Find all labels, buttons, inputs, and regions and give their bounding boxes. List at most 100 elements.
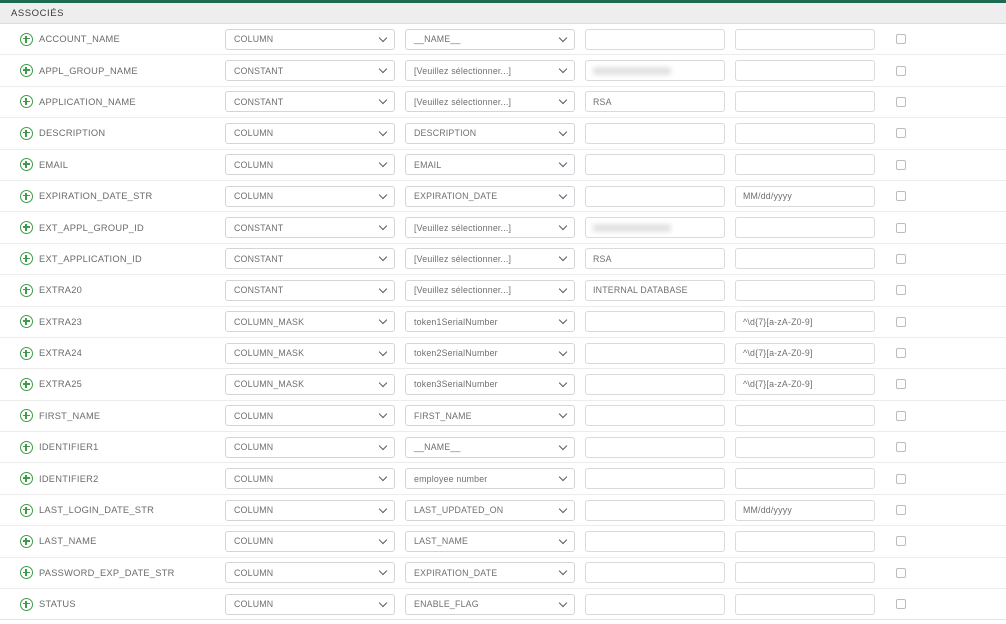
constant-value-input[interactable] (585, 499, 725, 521)
source-field-select[interactable]: token1SerialNumber (405, 311, 575, 333)
constant-value-input[interactable] (585, 28, 725, 50)
mapping-type-select[interactable]: COLUMN (225, 499, 395, 521)
plus-circle-icon[interactable] (20, 346, 33, 360)
constant-value-input[interactable] (585, 311, 725, 333)
row-checkbox[interactable] (896, 316, 906, 327)
constant-value-input[interactable] (585, 60, 725, 82)
row-checkbox[interactable] (896, 505, 906, 516)
format-pattern-input[interactable] (735, 593, 875, 615)
source-field-select[interactable]: employee number (405, 468, 575, 490)
plus-circle-icon[interactable] (20, 566, 33, 580)
source-field-select[interactable]: ENABLE_FLAG (405, 593, 575, 615)
format-pattern-input[interactable] (735, 122, 875, 144)
source-field-select[interactable]: [Veuillez sélectionner...] (405, 60, 575, 82)
constant-value-input[interactable]: RSA (585, 91, 725, 113)
row-checkbox[interactable] (896, 442, 906, 453)
mapping-type-select[interactable]: COLUMN (225, 436, 395, 458)
row-checkbox[interactable] (896, 128, 906, 139)
source-field-select[interactable]: EXPIRATION_DATE (405, 562, 575, 584)
plus-circle-icon[interactable] (20, 283, 33, 297)
format-pattern-input[interactable]: MM/dd/yyyy (735, 499, 875, 521)
mapping-type-select[interactable]: COLUMN (225, 562, 395, 584)
plus-circle-icon[interactable] (20, 95, 33, 109)
row-checkbox[interactable] (896, 536, 906, 547)
constant-value-input[interactable] (585, 185, 725, 207)
mapping-type-select[interactable]: COLUMN (225, 530, 395, 552)
mapping-type-select[interactable]: CONSTANT (225, 217, 395, 239)
source-field-select[interactable]: __NAME__ (405, 436, 575, 458)
source-field-select[interactable]: [Veuillez sélectionner...] (405, 279, 575, 301)
format-pattern-input[interactable] (735, 530, 875, 552)
row-checkbox[interactable] (896, 253, 906, 264)
mapping-type-select[interactable]: CONSTANT (225, 248, 395, 270)
constant-value-input[interactable] (585, 562, 725, 584)
format-pattern-input[interactable] (735, 60, 875, 82)
plus-circle-icon[interactable] (20, 534, 33, 548)
constant-value-input[interactable] (585, 468, 725, 490)
source-field-select[interactable]: LAST_UPDATED_ON (405, 499, 575, 521)
constant-value-input[interactable] (585, 122, 725, 144)
plus-circle-icon[interactable] (20, 503, 33, 517)
mapping-type-select[interactable]: COLUMN (225, 185, 395, 207)
format-pattern-input[interactable]: ^\d{7}[a-zA-Z0-9] (735, 373, 875, 395)
plus-circle-icon[interactable] (20, 440, 33, 454)
source-field-select[interactable]: [Veuillez sélectionner...] (405, 248, 575, 270)
mapping-type-select[interactable]: COLUMN (225, 28, 395, 50)
mapping-type-select[interactable]: COLUMN (225, 154, 395, 176)
row-checkbox[interactable] (896, 34, 906, 45)
mapping-type-select[interactable]: COLUMN (225, 122, 395, 144)
format-pattern-input[interactable] (735, 91, 875, 113)
format-pattern-input[interactable]: MM/dd/yyyy (735, 185, 875, 207)
format-pattern-input[interactable]: ^\d{7}[a-zA-Z0-9] (735, 311, 875, 333)
row-checkbox[interactable] (896, 473, 906, 484)
format-pattern-input[interactable] (735, 154, 875, 176)
plus-circle-icon[interactable] (20, 597, 33, 611)
plus-circle-icon[interactable] (20, 158, 33, 172)
source-field-select[interactable]: LAST_NAME (405, 530, 575, 552)
constant-value-input[interactable] (585, 373, 725, 395)
format-pattern-input[interactable] (735, 436, 875, 458)
source-field-select[interactable]: __NAME__ (405, 28, 575, 50)
mapping-type-select[interactable]: COLUMN_MASK (225, 342, 395, 364)
mapping-type-select[interactable]: CONSTANT (225, 60, 395, 82)
source-field-select[interactable]: token3SerialNumber (405, 373, 575, 395)
row-checkbox[interactable] (896, 285, 906, 296)
constant-value-input[interactable] (585, 436, 725, 458)
plus-circle-icon[interactable] (20, 409, 33, 423)
row-checkbox[interactable] (896, 410, 906, 421)
format-pattern-input[interactable] (735, 28, 875, 50)
constant-value-input[interactable] (585, 593, 725, 615)
format-pattern-input[interactable] (735, 405, 875, 427)
constant-value-input[interactable] (585, 530, 725, 552)
source-field-select[interactable]: FIRST_NAME (405, 405, 575, 427)
source-field-select[interactable]: EXPIRATION_DATE (405, 185, 575, 207)
mapping-type-select[interactable]: COLUMN_MASK (225, 311, 395, 333)
row-checkbox[interactable] (896, 599, 906, 610)
format-pattern-input[interactable] (735, 248, 875, 270)
mapping-type-select[interactable]: COLUMN (225, 593, 395, 615)
row-checkbox[interactable] (896, 348, 906, 359)
source-field-select[interactable]: [Veuillez sélectionner...] (405, 91, 575, 113)
row-checkbox[interactable] (896, 567, 906, 578)
plus-circle-icon[interactable] (20, 315, 33, 329)
plus-circle-icon[interactable] (20, 377, 33, 391)
row-checkbox[interactable] (896, 65, 906, 76)
source-field-select[interactable]: token2SerialNumber (405, 342, 575, 364)
plus-circle-icon[interactable] (20, 472, 33, 486)
row-checkbox[interactable] (896, 159, 906, 170)
row-checkbox[interactable] (896, 96, 906, 107)
constant-value-input[interactable] (585, 342, 725, 364)
mapping-type-select[interactable]: CONSTANT (225, 279, 395, 301)
plus-circle-icon[interactable] (20, 189, 33, 203)
plus-circle-icon[interactable] (20, 252, 33, 266)
constant-value-input[interactable] (585, 217, 725, 239)
plus-circle-icon[interactable] (20, 126, 33, 140)
format-pattern-input[interactable] (735, 279, 875, 301)
constant-value-input[interactable] (585, 405, 725, 427)
mapping-type-select[interactable]: COLUMN_MASK (225, 373, 395, 395)
constant-value-input[interactable] (585, 154, 725, 176)
plus-circle-icon[interactable] (20, 221, 33, 235)
plus-circle-icon[interactable] (20, 64, 33, 78)
format-pattern-input[interactable] (735, 468, 875, 490)
plus-circle-icon[interactable] (20, 32, 33, 46)
